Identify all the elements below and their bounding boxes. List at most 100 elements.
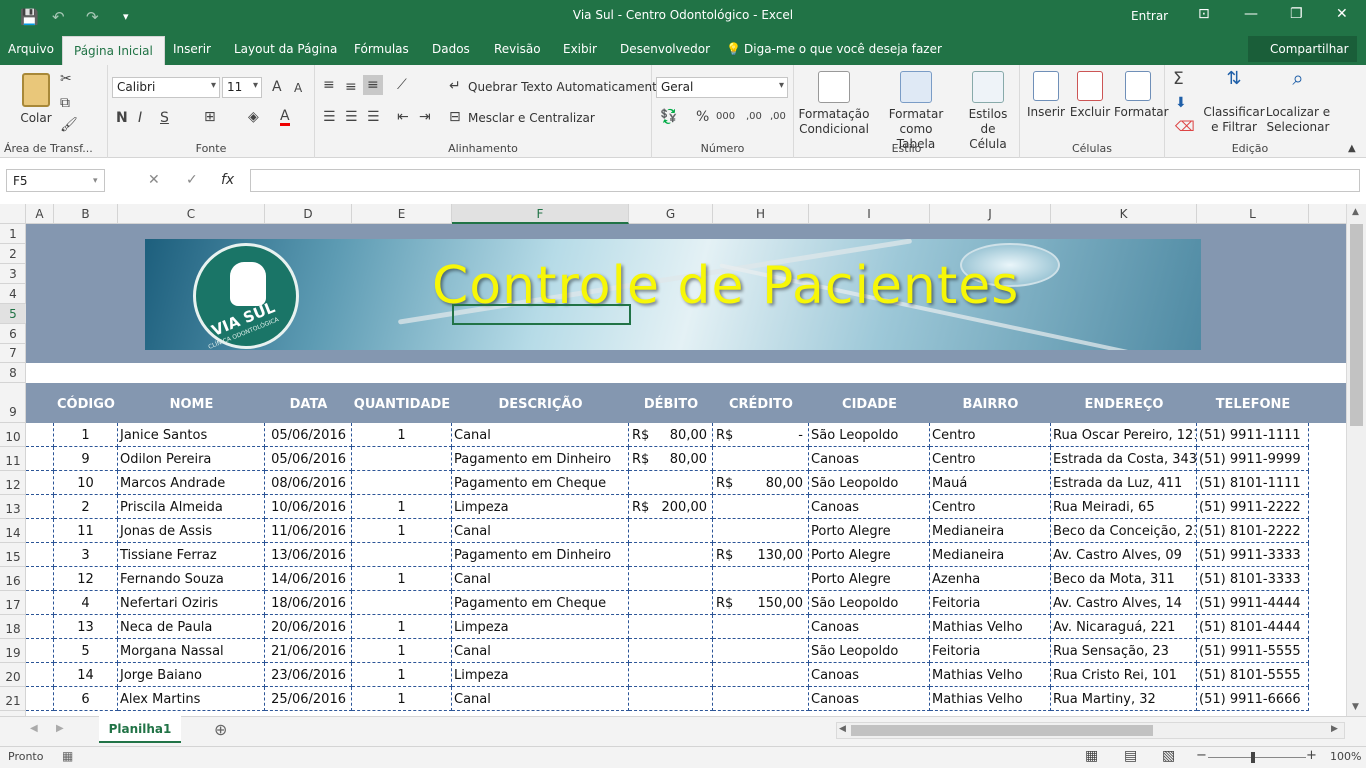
format-painter-icon[interactable]: 🖌 [60,117,78,133]
cell-cidade[interactable]: Canoas [809,687,930,711]
cell-qtd[interactable]: 1 [352,519,452,543]
prev-sheet-icon[interactable]: ◀ [30,723,38,734]
cell-data[interactable]: 20/06/2016 [265,615,352,639]
cell-nome[interactable]: Tissiane Ferraz [118,543,265,567]
cell-cod[interactable]: 3 [54,543,118,567]
percent-button[interactable]: % [696,109,709,125]
cell-bairro[interactable]: Centro [930,495,1051,519]
col-header-f[interactable]: F [452,204,629,224]
cell-end[interactable]: Av. Castro Alves, 09 [1051,543,1197,567]
cell-cre[interactable] [713,567,809,591]
cell-bairro[interactable]: Centro [930,423,1051,447]
align-middle-icon[interactable]: ≡ [345,79,357,95]
cell-a[interactable] [26,591,54,615]
tab-dados[interactable]: Dados [432,42,470,56]
sort-filter-button[interactable]: ⇅ Classificar e Filtrar [1203,70,1265,135]
cell-bairro[interactable]: Feitoria [930,591,1051,615]
cell-qtd[interactable] [352,543,452,567]
col-header-d[interactable]: D [265,204,352,224]
cell-bairro[interactable]: Medianeira [930,543,1051,567]
cell-qtd[interactable]: 1 [352,663,452,687]
cell-deb[interactable]: R$ 80,00 [629,423,713,447]
autosum-icon[interactable]: Σ [1173,69,1184,89]
tab-inserir[interactable]: Inserir [173,42,211,56]
row-header-8[interactable]: 8 [0,363,26,383]
cell-cre[interactable] [713,495,809,519]
font-color-button[interactable]: A [280,109,290,126]
cell-desc[interactable]: Canal [452,519,629,543]
cell-cre[interactable]: R$ 80,00 [713,471,809,495]
zoom-in-icon[interactable]: + [1306,748,1317,763]
col-header-a[interactable]: A [26,204,54,224]
cell-qtd[interactable]: 1 [352,687,452,711]
row-header-5[interactable]: 5 [0,304,26,324]
page-break-view-icon[interactable]: ▧ [1162,748,1175,764]
cell-data[interactable]: 21/06/2016 [265,639,352,663]
cell-end[interactable]: Estrada da Luz, 411 [1051,471,1197,495]
cell-deb[interactable] [629,687,713,711]
cell-cre[interactable] [713,519,809,543]
cell-desc[interactable]: Pagamento em Cheque [452,471,629,495]
insert-cells-button[interactable]: Inserir [1026,71,1066,120]
decrease-indent-icon[interactable]: ⇤ [397,109,409,125]
share-button[interactable]: Compartilhar [1248,36,1357,62]
cell-cre[interactable] [713,639,809,663]
cell-desc[interactable]: Limpeza [452,615,629,639]
cell-qtd[interactable]: 1 [352,423,452,447]
cell-deb[interactable] [629,519,713,543]
tab-desenvolvedor[interactable]: Desenvolvedor [620,42,710,56]
tab-layout[interactable]: Layout da Página [234,42,337,56]
tab-pagina-inicial[interactable]: Página Inicial [62,36,165,65]
next-sheet-icon[interactable]: ▶ [56,723,64,734]
cell-end[interactable]: Rua Oscar Pereiro, 121 [1051,423,1197,447]
cell-cod[interactable]: 1 [54,423,118,447]
cell-nome[interactable]: Morgana Nassal [118,639,265,663]
horizontal-scroll-thumb[interactable] [851,725,1153,736]
insert-function-icon[interactable]: fx [221,172,234,188]
cell-cidade[interactable]: São Leopoldo [809,471,930,495]
col-header-b[interactable]: B [54,204,118,224]
horizontal-scrollbar[interactable]: ◀ ▶ [836,722,1345,739]
cell-tel[interactable]: (51) 9911-2222 [1197,495,1309,519]
cell-desc[interactable]: Limpeza [452,495,629,519]
cell-deb[interactable]: R$ 80,00 [629,447,713,471]
cell-nome[interactable]: Odilon Pereira [118,447,265,471]
cell-cre[interactable] [713,663,809,687]
cell-cre[interactable]: R$ 130,00 [713,543,809,567]
row-header-13[interactable]: 13 [0,495,26,519]
increase-decimal-button[interactable]: ,00 [746,111,762,122]
cell-a[interactable] [26,423,54,447]
cell-cod[interactable]: 10 [54,471,118,495]
cell-desc[interactable]: Canal [452,567,629,591]
cell-data[interactable]: 14/06/2016 [265,567,352,591]
tab-formulas[interactable]: Fórmulas [354,42,409,56]
cell-end[interactable]: Rua Meiradi, 65 [1051,495,1197,519]
cell-nome[interactable]: Priscila Almeida [118,495,265,519]
maximize-button[interactable]: ❐ [1290,6,1303,22]
cell-cre[interactable]: R$ - [713,423,809,447]
cell-nome[interactable]: Jorge Baiano [118,663,265,687]
align-top-icon[interactable]: ≡ [323,77,335,93]
name-box[interactable]: F5 [6,169,105,192]
cell-deb[interactable] [629,543,713,567]
cell-data[interactable]: 18/06/2016 [265,591,352,615]
cell-qtd[interactable]: 1 [352,495,452,519]
row-header-7[interactable]: 7 [0,344,26,363]
cell-cidade[interactable]: São Leopoldo [809,639,930,663]
cell-a[interactable] [26,639,54,663]
cell-deb[interactable] [629,663,713,687]
vertical-scrollbar[interactable]: ▲ ▼ [1346,204,1366,716]
cell-cod[interactable]: 9 [54,447,118,471]
row-header-17[interactable]: 17 [0,591,26,615]
orientation-icon[interactable]: ⟋ [397,77,407,93]
cell-bairro[interactable]: Feitoria [930,639,1051,663]
cell-cidade[interactable]: São Leopoldo [809,423,930,447]
cell-cre[interactable] [713,687,809,711]
cell-cidade[interactable]: Canoas [809,663,930,687]
cell-data[interactable]: 11/06/2016 [265,519,352,543]
format-cells-button[interactable]: Formatar [1114,71,1169,120]
zoom-slider-thumb[interactable] [1251,752,1255,763]
col-header-k[interactable]: K [1051,204,1197,224]
accounting-icon[interactable]: 💱 [660,109,677,125]
row-header-11[interactable]: 11 [0,447,26,471]
